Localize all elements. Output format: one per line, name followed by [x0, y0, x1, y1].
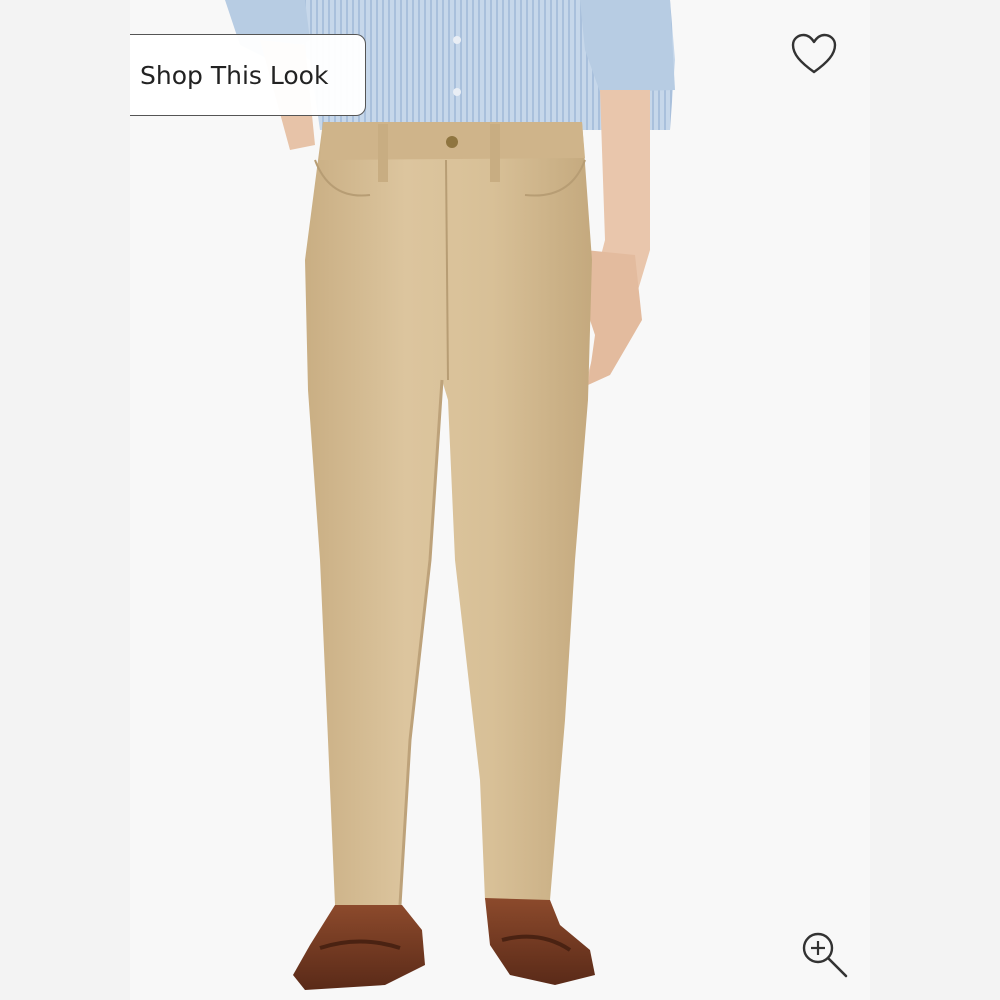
shop-this-look-label: Shop This Look [140, 60, 329, 90]
left-margin [0, 0, 130, 1000]
product-image [225, 0, 675, 990]
belt-loop [490, 124, 500, 182]
heart-icon [791, 33, 837, 74]
belt-loop [378, 124, 388, 182]
zoom-button[interactable] [796, 926, 852, 982]
shoe-right [485, 898, 595, 985]
shirt-button [453, 36, 461, 44]
shop-this-look-button[interactable]: Shop This Look [130, 34, 366, 116]
right-margin [870, 0, 1000, 1000]
product-image-container[interactable] [130, 0, 870, 1000]
pants-button [446, 136, 458, 148]
zoom-in-icon [802, 932, 848, 978]
wishlist-button[interactable] [788, 28, 840, 80]
shoe-left [293, 905, 425, 990]
shirt-button [453, 88, 461, 96]
pants [305, 122, 592, 905]
